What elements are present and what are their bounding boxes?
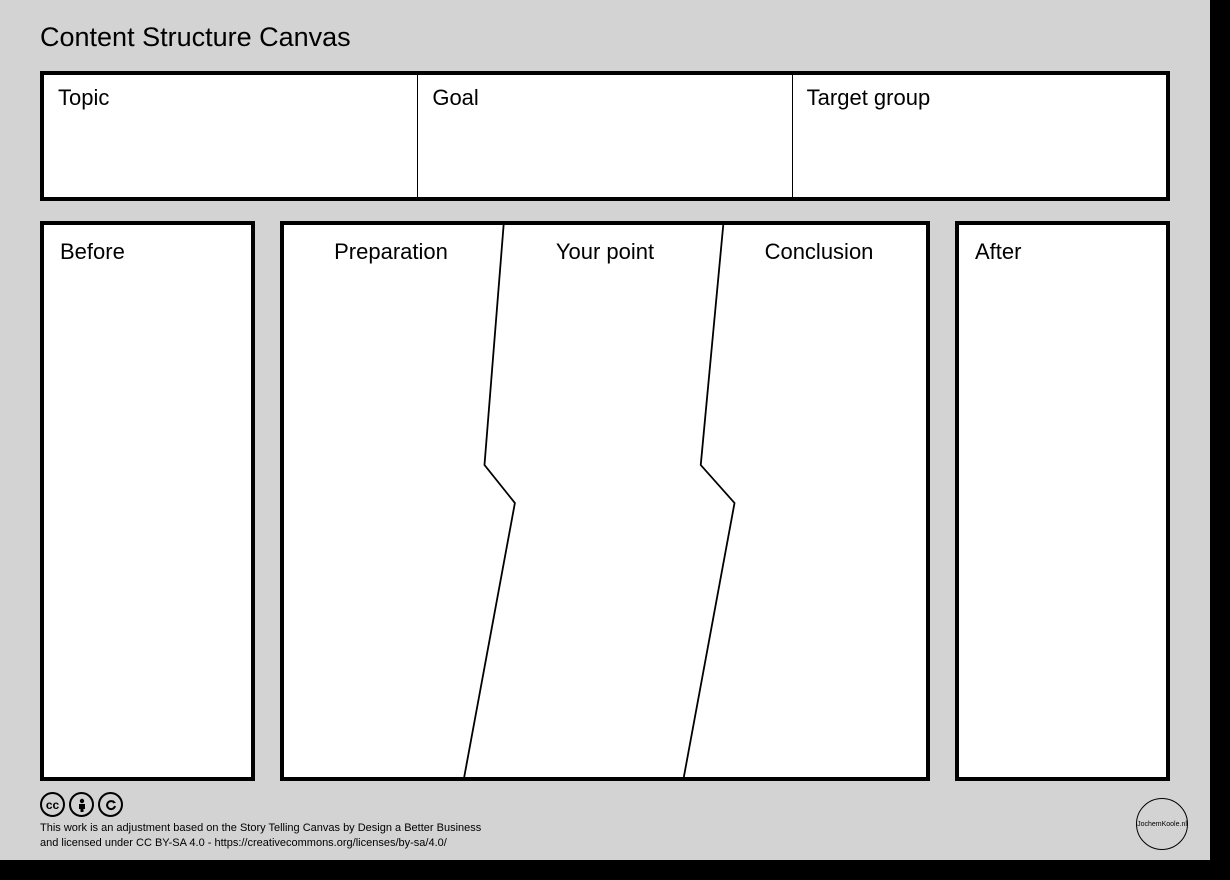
footer-line2: and licensed under CC BY-SA 4.0 - https:… (40, 836, 481, 850)
sa-icon (98, 792, 123, 817)
canvas-page: Content Structure Canvas Topic Goal Targ… (0, 0, 1210, 860)
center-labels: Preparation Your point Conclusion (284, 239, 926, 265)
center-box: Preparation Your point Conclusion (280, 221, 930, 781)
footer-text: This work is an adjustment based on the … (40, 821, 481, 850)
top-row: Topic Goal Target group (40, 71, 1170, 201)
author-logo: JochemKoole.nl (1136, 798, 1188, 850)
topic-cell: Topic (44, 75, 417, 197)
chevron-dividers (284, 225, 926, 777)
by-icon (69, 792, 94, 817)
page-title: Content Structure Canvas (40, 22, 1210, 53)
after-box: After (955, 221, 1170, 781)
cc-icons: cc (40, 792, 481, 817)
before-box: Before (40, 221, 255, 781)
main-row: Before Preparation Your point Conclusion… (40, 221, 1170, 781)
goal-cell: Goal (417, 75, 791, 197)
conclusion-label: Conclusion (712, 239, 926, 265)
footer: cc This work is an adjustment based on t… (40, 792, 481, 850)
preparation-label: Preparation (284, 239, 498, 265)
target-group-cell: Target group (792, 75, 1166, 197)
footer-line1: This work is an adjustment based on the … (40, 821, 481, 835)
cc-icon: cc (40, 792, 65, 817)
your-point-label: Your point (498, 239, 712, 265)
